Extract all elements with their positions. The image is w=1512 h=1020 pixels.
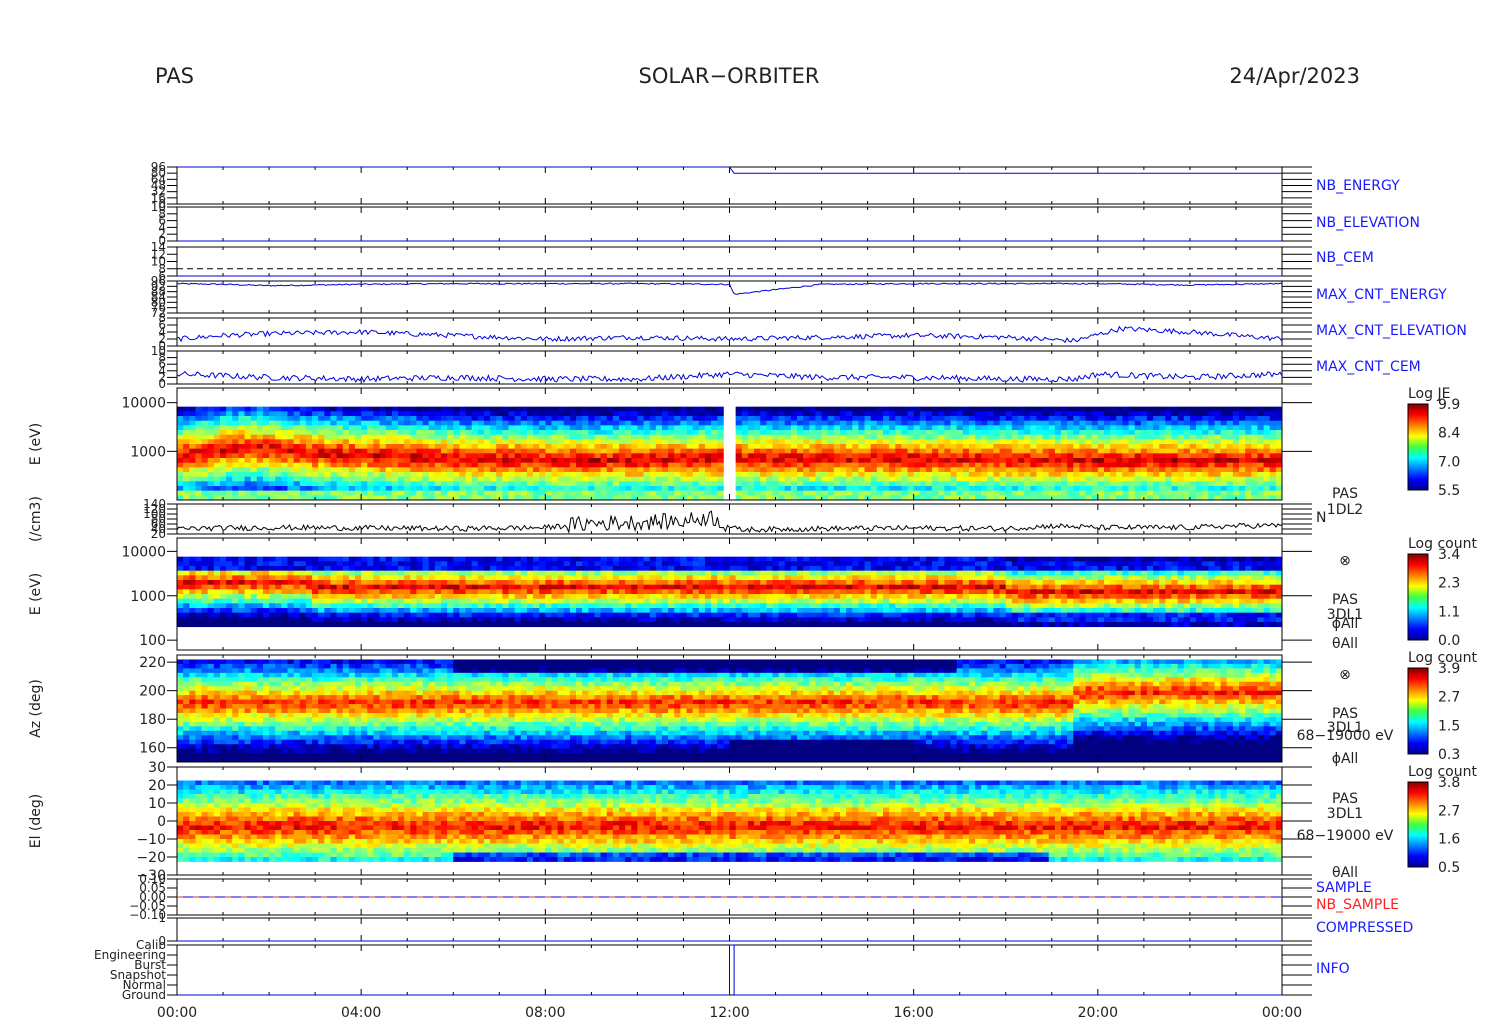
time-tick-label: 00:00 — [1262, 1005, 1302, 1020]
energy-spectrogram-1dl2-ytick-label: 1000 — [130, 444, 166, 460]
elevation-spectrogram-ytick-label: 0 — [157, 814, 166, 830]
energy-spectrogram-3dl1-colorbar-tick: 1.1 — [1438, 604, 1460, 620]
header-date: 24/Apr/2023 — [1229, 64, 1360, 88]
max-cnt-cem-ytick-label: 0 — [158, 377, 166, 391]
energy-spectrogram-1dl2-colorbar-tick: 5.5 — [1438, 483, 1460, 499]
label-info: INFO — [1316, 961, 1350, 977]
elevation-spectrogram-side-label: PAS — [1332, 791, 1358, 807]
elevation-spectrogram-colorbar-tick: 1.6 — [1438, 832, 1460, 848]
density-ytick-label: 20 — [151, 527, 166, 541]
max-cnt-energy-series-line — [176, 282, 1283, 295]
azimuth-spectrogram-side-label: ϕAll — [1332, 751, 1359, 767]
azimuth-spectrogram-cells — [177, 659, 1283, 763]
elevation-spectrogram-colorbar-tick: 3.8 — [1438, 775, 1460, 791]
energy-spectrogram-1dl2-ytick-label: 10000 — [121, 396, 166, 412]
elevation-spectrogram-colorbar-tick: 0.5 — [1438, 860, 1460, 876]
time-tick-label: 08:00 — [525, 1005, 565, 1020]
max-cnt-elevation-series-line — [176, 325, 1283, 344]
energy-spectrogram-3dl1-ytick-label: 10000 — [121, 544, 166, 560]
elevation-spectrogram-ylabel: El (deg) — [28, 794, 44, 849]
time-axis: 00:00 04:00 08:00 12:00 16:00 20:00 00:00 — [157, 1005, 1302, 1020]
label-max-cnt-energy: MAX_CNT_ENERGY — [1316, 287, 1447, 303]
elevation-spectrogram-cells — [177, 780, 1283, 862]
energy-spectrogram-1dl2-colorbar-tick: 8.4 — [1438, 426, 1460, 442]
header-instrument: PAS — [155, 64, 194, 88]
energy-spectrogram-3dl1-ytick-label: 1000 — [130, 589, 166, 605]
header-mission: SOLAR−ORBITER — [638, 64, 819, 88]
energy-spectrogram-1dl2-colorbar-tick: 7.0 — [1438, 454, 1460, 470]
azimuth-spectrogram-colorbar-tick: 2.7 — [1438, 690, 1460, 706]
info-ytick-label: Ground — [122, 988, 166, 1002]
azimuth-spectrogram-ytick-label: 160 — [139, 741, 166, 757]
energy-spectrogram-3dl1-colorbar — [1407, 553, 1429, 641]
figure: PAS SOLAR−ORBITER 24/Apr/2023 9680644832… — [28, 64, 1477, 1020]
elevation-spectrogram-ytick-label: 10 — [148, 796, 166, 812]
azimuth-spectrogram-side-label: ⊗ — [1339, 667, 1351, 683]
label-nb-elevation: NB_ELEVATION — [1316, 215, 1420, 231]
azimuth-spectrogram-ytick-label: 180 — [139, 712, 166, 728]
elevation-spectrogram-side-label: 3DL1 — [1327, 806, 1363, 822]
energy-spectrogram-3dl1-cells — [177, 556, 1283, 628]
azimuth-spectrogram-ytick-label: 220 — [139, 655, 166, 671]
azimuth-spectrogram-ytick-label: 200 — [139, 684, 166, 700]
energy-spectrogram-3dl1-side-label: PAS — [1332, 592, 1358, 608]
label-max-cnt-cem: MAX_CNT_CEM — [1316, 359, 1421, 375]
azimuth-spectrogram-colorbar-tick: 3.9 — [1438, 661, 1460, 677]
label-sample: SAMPLE — [1316, 880, 1372, 896]
energy-spectrogram-3dl1-side-label: ⊗ — [1339, 553, 1351, 569]
energy-spectrogram-1dl2-side-label: 1DL2 — [1327, 502, 1363, 518]
elevation-spectrogram-colorbar-tick: 2.7 — [1438, 803, 1460, 819]
azimuth-spectrogram-colorbar-tick: 0.3 — [1438, 747, 1460, 763]
azimuth-spectrogram-ylabel: Az (deg) — [28, 679, 44, 738]
compressed-ytick-label: 1 — [158, 911, 166, 925]
label-compressed: COMPRESSED — [1316, 920, 1413, 936]
azimuth-spectrogram-side-label: 68−19000 eV — [1297, 728, 1394, 744]
energy-spectrogram-3dl1-ytick-label: 100 — [139, 633, 166, 649]
label-nb-cem: NB_CEM — [1316, 250, 1374, 266]
label-nb-energy: NB_ENERGY — [1316, 178, 1400, 194]
elevation-spectrogram-side-label: θAll — [1332, 865, 1358, 881]
time-tick-label: 00:00 — [157, 1005, 197, 1020]
azimuth-spectrogram-colorbar — [1407, 667, 1429, 755]
elevation-spectrogram-ytick-label: 30 — [148, 760, 166, 776]
elevation-spectrogram-ytick-label: −10 — [136, 832, 166, 848]
energy-spectrogram-3dl1-colorbar-tick: 2.3 — [1438, 576, 1460, 592]
info-series-line — [177, 944, 1282, 996]
elevation-spectrogram-colorbar — [1407, 781, 1429, 868]
azimuth-spectrogram-colorbar-tick: 1.5 — [1438, 718, 1460, 734]
label-nb-sample: NB_SAMPLE — [1316, 897, 1399, 913]
density-ylabel: (/cm3) — [28, 496, 44, 542]
energy-spectrogram-3dl1-side-label: ϕAll — [1332, 616, 1359, 632]
energy-spectrogram-3dl1-side-label: θAll — [1332, 636, 1358, 652]
time-tick-label: 04:00 — [341, 1005, 381, 1020]
time-tick-label: 16:00 — [893, 1005, 933, 1020]
elevation-spectrogram-side-label: 68−19000 eV — [1297, 828, 1394, 844]
panels: 9680644832160NB_ENERGY1086420NB_ELEVATIO… — [28, 160, 1477, 1002]
energy-spectrogram-1dl2-side-label: PAS — [1332, 486, 1358, 502]
energy-spectrogram-3dl1-colorbar-tick: 0.0 — [1438, 633, 1460, 649]
energy-spectrogram-1dl2-colorbar — [1407, 403, 1429, 491]
energy-spectrogram-1dl2-colorbar-tick: 9.9 — [1438, 397, 1460, 413]
energy-spectrogram-1dl2-cells — [177, 406, 1283, 501]
label-n: N — [1316, 510, 1326, 526]
energy-spectrogram-3dl1-colorbar-tick: 3.4 — [1438, 547, 1460, 563]
energy-spectrogram-3dl1-ylabel: E (eV) — [28, 573, 44, 615]
label-max-cnt-elevation: MAX_CNT_ELEVATION — [1316, 323, 1467, 339]
time-tick-label: 12:00 — [709, 1005, 749, 1020]
time-tick-label: 20:00 — [1078, 1005, 1118, 1020]
elevation-spectrogram-ytick-label: 20 — [148, 778, 166, 794]
elevation-spectrogram-ytick-label: −20 — [136, 850, 166, 866]
energy-spectrogram-1dl2-ylabel: E (eV) — [28, 423, 44, 465]
